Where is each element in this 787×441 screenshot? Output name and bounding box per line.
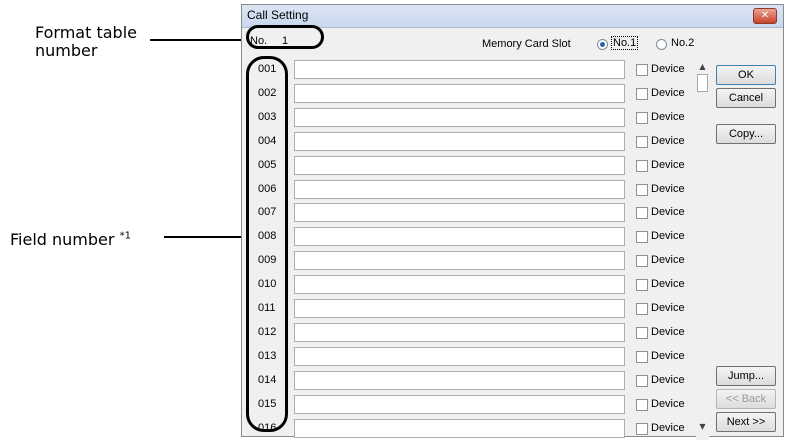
field-input[interactable] [294, 251, 625, 270]
jump-button[interactable]: Jump... [716, 366, 776, 386]
device-checkbox[interactable] [636, 207, 648, 219]
device-checkbox[interactable] [636, 112, 648, 124]
device-label[interactable]: Device [651, 278, 685, 290]
next-button[interactable]: Next >> [716, 412, 776, 432]
field-number-leader-line [164, 236, 246, 238]
slot-option-no2-label[interactable]: No.2 [671, 37, 694, 49]
device-label[interactable]: Device [651, 422, 685, 434]
device-checkbox[interactable] [636, 136, 648, 148]
field-number-footnote: *1 [119, 230, 131, 242]
slot-radio-no1[interactable] [597, 39, 608, 50]
dialog-title: Call Setting [247, 8, 309, 22]
device-checkbox[interactable] [636, 375, 648, 387]
format-table-annotation-line1: Format table [35, 23, 137, 42]
field-input[interactable] [294, 299, 625, 318]
ok-button[interactable]: OK [716, 65, 776, 85]
device-label[interactable]: Device [651, 63, 685, 75]
copy-button[interactable]: Copy... [716, 124, 776, 144]
scroll-thumb[interactable] [697, 74, 708, 92]
device-checkbox[interactable] [636, 184, 648, 196]
field-number-highlight [246, 56, 288, 432]
close-button[interactable]: ✕ [753, 8, 777, 24]
device-checkbox[interactable] [636, 351, 648, 363]
field-list-scrollbar[interactable]: ▲ ▼ [696, 60, 709, 440]
device-checkbox[interactable] [636, 160, 648, 172]
field-number-annotation: Field number *1 [10, 231, 131, 249]
device-label[interactable]: Device [651, 374, 685, 386]
device-label[interactable]: Device [651, 302, 685, 314]
call-setting-dialog: Call Setting ✕ No. 1 Memory Card Slot No… [241, 4, 784, 440]
scroll-down-icon[interactable]: ▼ [696, 420, 709, 433]
field-input[interactable] [294, 203, 625, 222]
field-input[interactable] [294, 132, 625, 151]
device-checkbox[interactable] [636, 64, 648, 76]
device-label[interactable]: Device [651, 183, 685, 195]
device-checkbox[interactable] [636, 327, 648, 339]
field-input[interactable] [294, 371, 625, 390]
back-button[interactable]: << Back [716, 389, 776, 409]
format-table-annotation-line2: number [35, 41, 98, 60]
device-label[interactable]: Device [651, 398, 685, 410]
device-label[interactable]: Device [651, 159, 685, 171]
device-label[interactable]: Device [651, 230, 685, 242]
format-table-number-highlight [246, 25, 324, 49]
device-checkbox[interactable] [636, 303, 648, 315]
memory-card-slot-label: Memory Card Slot [482, 38, 571, 50]
field-input[interactable] [294, 395, 625, 414]
device-label[interactable]: Device [651, 254, 685, 266]
close-icon: ✕ [760, 10, 770, 21]
device-label[interactable]: Device [651, 87, 685, 99]
device-checkbox[interactable] [636, 423, 648, 435]
slot-option-no1-label[interactable]: No.1 [611, 36, 639, 50]
field-input[interactable] [294, 419, 625, 438]
field-input[interactable] [294, 275, 625, 294]
cancel-button[interactable]: Cancel [716, 88, 776, 108]
device-label[interactable]: Device [651, 206, 685, 218]
field-input[interactable] [294, 347, 625, 366]
field-input[interactable] [294, 180, 625, 199]
device-label[interactable]: Device [651, 326, 685, 338]
device-checkbox[interactable] [636, 231, 648, 243]
device-label[interactable]: Device [651, 111, 685, 123]
slot-radio-no2[interactable] [656, 39, 667, 50]
field-input[interactable] [294, 108, 625, 127]
title-bar[interactable]: Call Setting ✕ [242, 5, 783, 28]
format-table-leader-line [150, 39, 248, 41]
field-input[interactable] [294, 156, 625, 175]
device-checkbox[interactable] [636, 88, 648, 100]
device-label[interactable]: Device [651, 135, 685, 147]
device-checkbox[interactable] [636, 399, 648, 411]
device-checkbox[interactable] [636, 255, 648, 267]
field-input[interactable] [294, 60, 625, 79]
field-input[interactable] [294, 84, 625, 103]
device-label[interactable]: Device [651, 350, 685, 362]
format-table-number-annotation: Format table number [35, 24, 137, 60]
field-input[interactable] [294, 323, 625, 342]
scroll-up-icon[interactable]: ▲ [696, 60, 709, 73]
field-number-label: Field number [10, 230, 115, 249]
field-input[interactable] [294, 227, 625, 246]
device-checkbox[interactable] [636, 279, 648, 291]
